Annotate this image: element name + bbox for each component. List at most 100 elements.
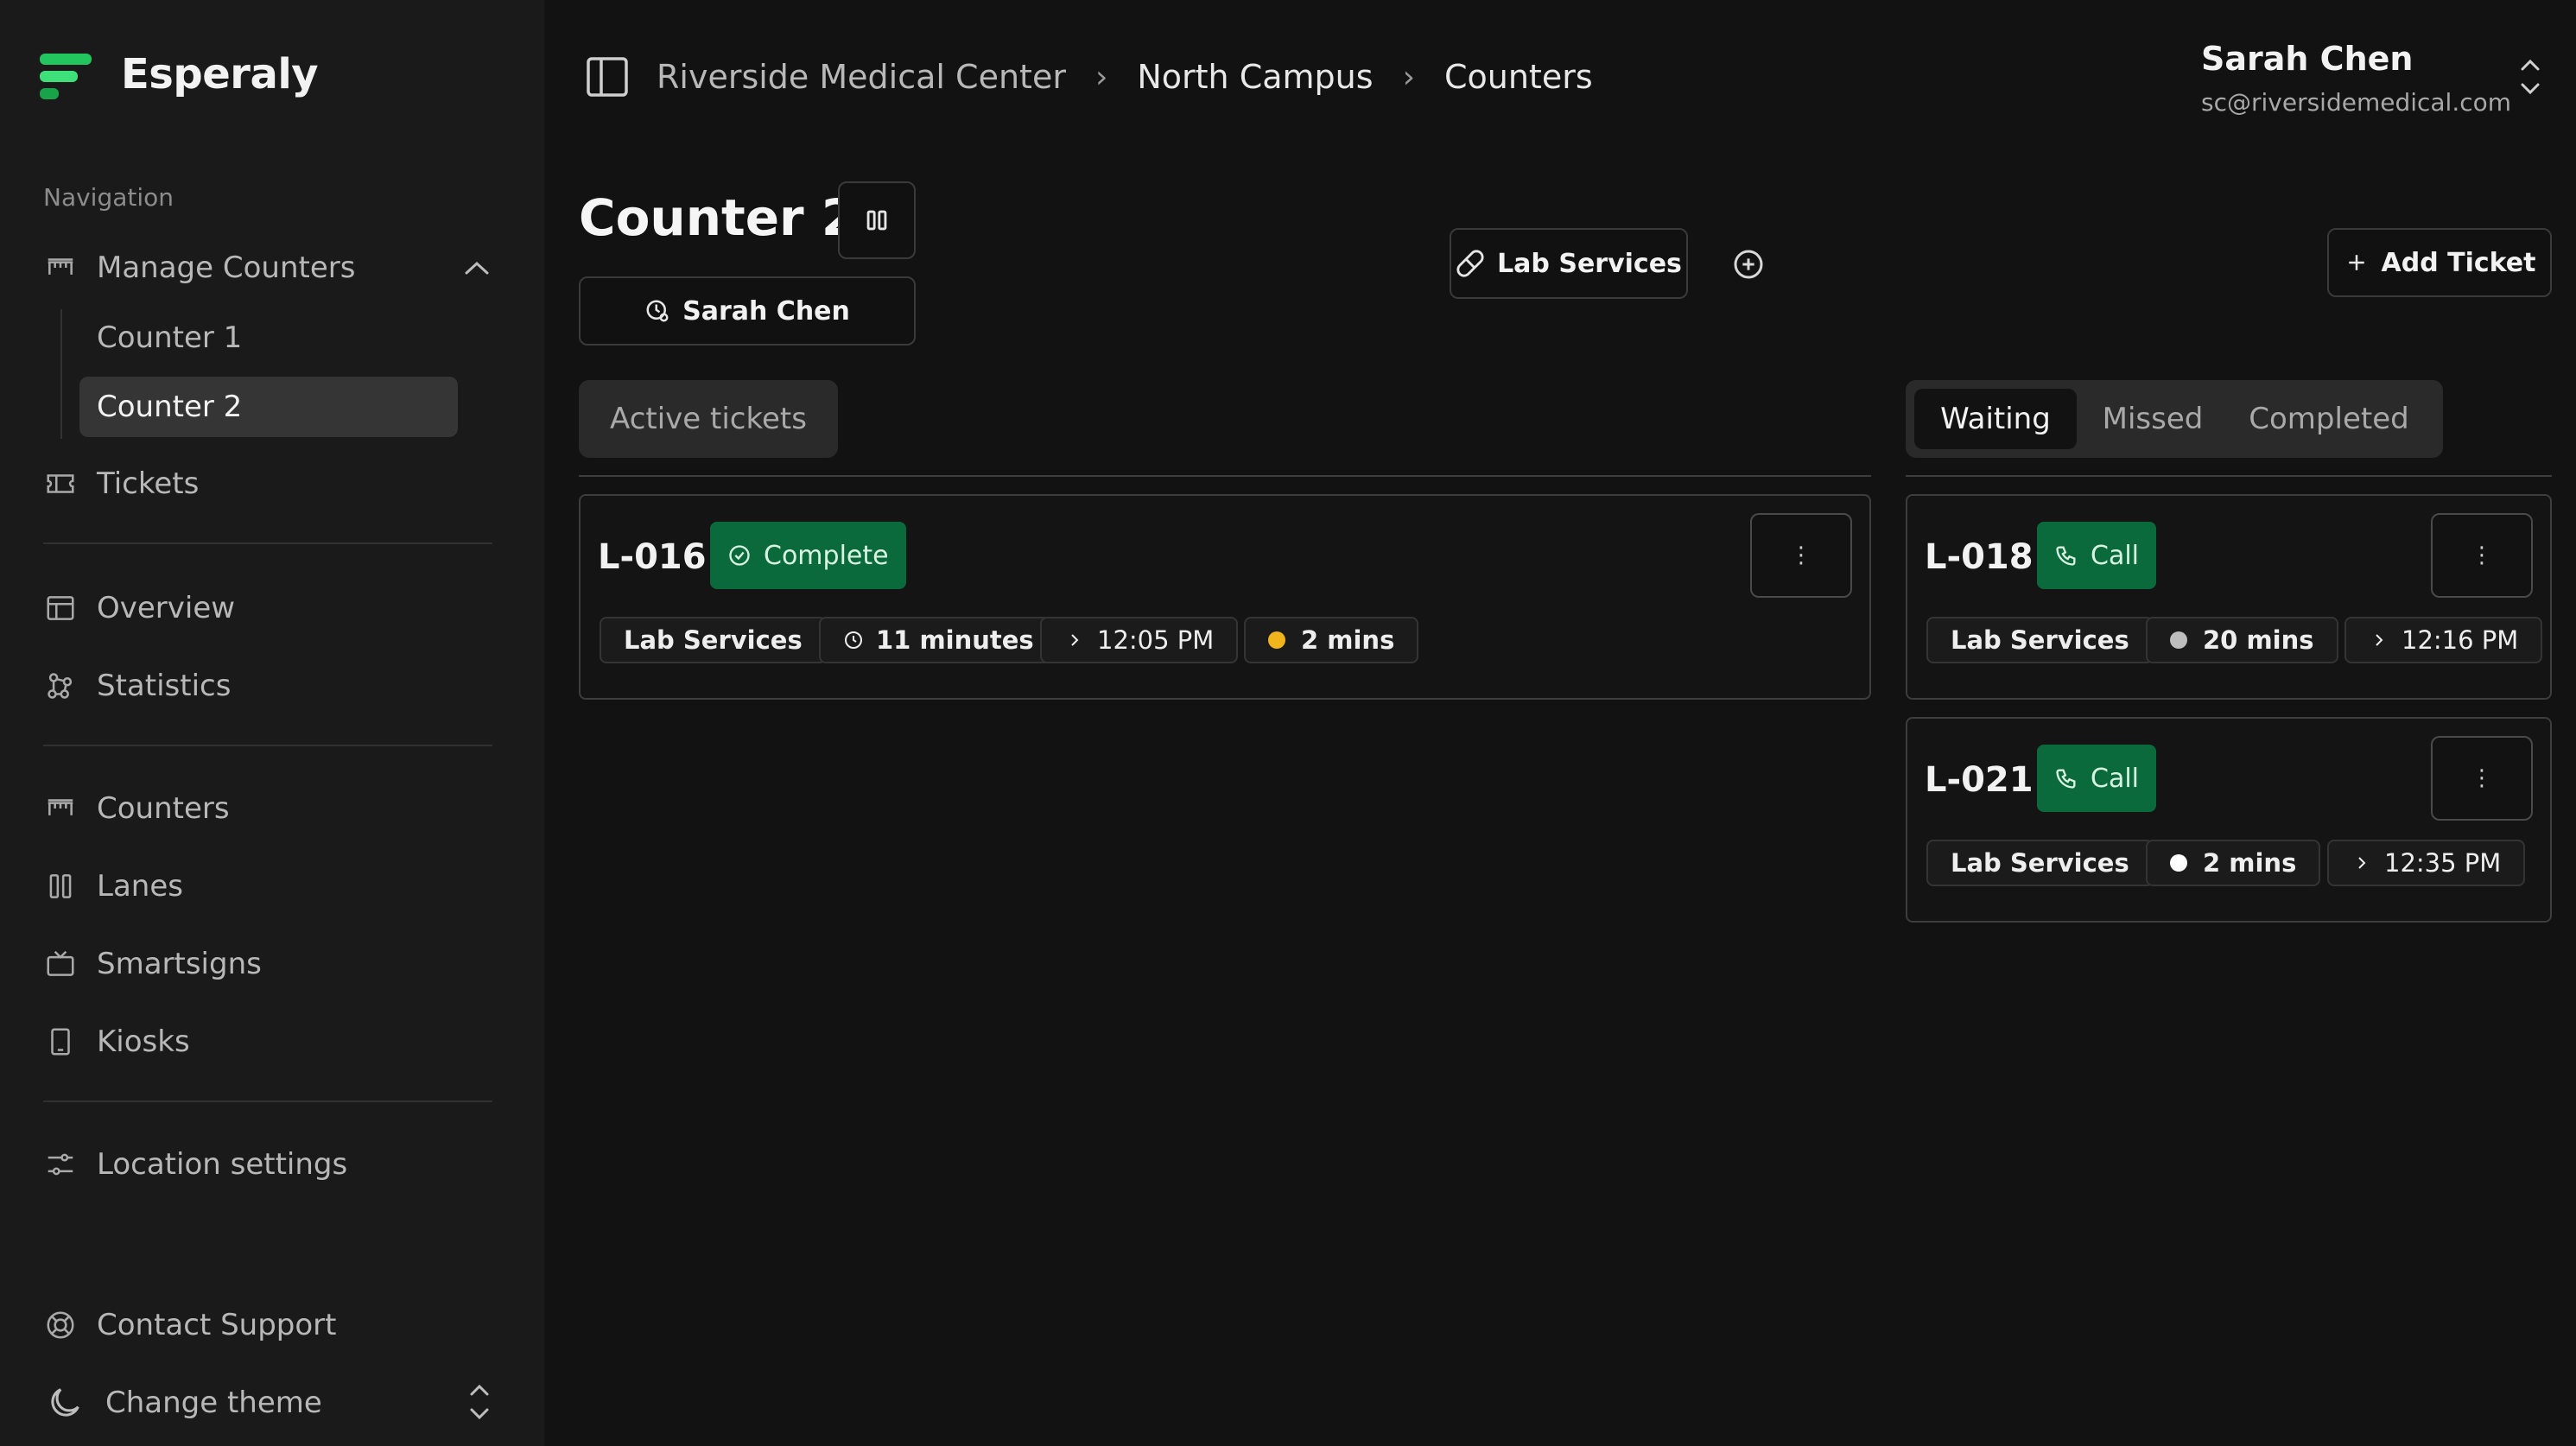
duration-text: 11 minutes xyxy=(876,625,1034,655)
more-vertical-icon: ⋮ xyxy=(1790,542,1812,568)
wait-text: 2 mins xyxy=(1301,625,1395,655)
breadcrumb-campus[interactable]: North Campus xyxy=(1137,58,1373,96)
chevron-right-icon xyxy=(1071,634,1079,646)
status-dot xyxy=(1268,631,1285,649)
chevron-right-icon: › xyxy=(1402,59,1415,95)
ticket-menu-button[interactable]: ⋮ xyxy=(2431,736,2533,821)
add-service-button[interactable] xyxy=(1731,247,1766,282)
service-chip: Lab Services xyxy=(1926,617,2154,663)
service-label: Lab Services xyxy=(1497,248,1682,279)
sidebar-item-label: Lanes xyxy=(97,869,183,904)
sidebar-item-overview[interactable]: Overview xyxy=(43,580,235,636)
assignee-button[interactable]: Sarah Chen xyxy=(579,276,916,346)
complete-button[interactable]: Complete xyxy=(710,522,906,589)
pill-icon xyxy=(1456,250,1484,277)
sidebar-item-counter-2[interactable]: Counter 2 xyxy=(79,377,458,437)
sidebar-item-label: Location settings xyxy=(97,1147,348,1182)
sidebar-item-counter-1[interactable]: Counter 1 xyxy=(79,308,458,368)
sidebar-item-label: Contact Support xyxy=(97,1308,337,1342)
chevron-up-icon[interactable] xyxy=(461,256,492,280)
call-label: Call xyxy=(2091,763,2140,794)
more-vertical-icon: ⋮ xyxy=(2471,765,2493,791)
complete-label: Complete xyxy=(764,540,889,571)
chevron-right-icon xyxy=(2358,857,2366,869)
app-name: Esperaly xyxy=(121,50,319,98)
sidebar-item-location-settings[interactable]: Location settings xyxy=(43,1137,347,1192)
sidebar-item-statistics[interactable]: Statistics xyxy=(43,658,231,713)
time-text: 12:05 PM xyxy=(1097,625,1215,655)
sidebar-toggle-icon[interactable] xyxy=(584,54,631,100)
call-label: Call xyxy=(2091,540,2140,571)
waiting-ticket-card[interactable]: L-018 Call ⋮ Lab Services 20 mins 12:16 … xyxy=(1906,494,2552,700)
lanes-toggle-button[interactable] xyxy=(838,181,916,259)
phone-icon xyxy=(2056,546,2076,566)
sliders-icon xyxy=(43,1147,78,1182)
moon-icon xyxy=(43,1381,86,1424)
sidebar-item-smartsigns[interactable]: Smartsigns xyxy=(43,936,262,992)
add-ticket-label: Add Ticket xyxy=(2381,247,2536,278)
chevron-right-icon xyxy=(2376,634,2383,646)
plus-circle-icon xyxy=(1734,250,1763,279)
theme-switcher[interactable]: Change theme xyxy=(43,1375,492,1430)
assignee-name: Sarah Chen xyxy=(682,295,850,327)
time-text: 12:35 PM xyxy=(2384,848,2502,878)
time-chip: 12:05 PM xyxy=(1040,617,1239,663)
check-circle-icon xyxy=(729,545,750,566)
sidebar-item-label: Manage Counters xyxy=(97,251,356,285)
chevron-right-icon: › xyxy=(1094,59,1108,95)
wait-text: 20 mins xyxy=(2203,625,2314,655)
logo-icon xyxy=(40,52,97,104)
time-text: 12:16 PM xyxy=(2402,625,2519,655)
sidebar-item-label: Counters xyxy=(97,791,230,826)
chevrons-up-down-icon xyxy=(466,1380,492,1431)
chevrons-up-down-icon[interactable] xyxy=(2517,55,2543,98)
tab-missed[interactable]: Missed xyxy=(2084,389,2222,449)
columns-icon xyxy=(866,210,887,231)
wait-chip: 20 mins xyxy=(2146,617,2338,663)
nav-heading: Navigation xyxy=(43,183,174,212)
sidebar-item-label: Statistics xyxy=(97,669,232,703)
tab-waiting[interactable]: Waiting xyxy=(1914,389,2077,449)
sidebar-item-label: Kiosks xyxy=(97,1024,190,1059)
breadcrumb-counters[interactable]: Counters xyxy=(1444,58,1593,96)
plus-icon xyxy=(2348,255,2364,270)
tab-completed[interactable]: Completed xyxy=(2227,389,2431,449)
wait-chip: 2 mins xyxy=(1244,617,1419,663)
sidebar-item-label: Smartsigns xyxy=(97,947,262,981)
user-clock-icon xyxy=(646,300,669,322)
sidebar-item-kiosks[interactable]: Kiosks xyxy=(43,1014,190,1069)
sidebar-item-counters[interactable]: Counters xyxy=(43,781,230,836)
waiting-ticket-card[interactable]: L-021 Call ⋮ Lab Services 2 mins 12:35 P… xyxy=(1906,717,2552,923)
submenu-line xyxy=(60,309,62,439)
breadcrumb-organization[interactable]: Riverside Medical Center xyxy=(657,58,1066,96)
time-chip: 12:35 PM xyxy=(2327,840,2526,886)
layout-icon xyxy=(43,591,78,625)
ticket-id: L-021 xyxy=(1925,760,2034,800)
call-button[interactable]: Call xyxy=(2037,745,2157,812)
active-ticket-card[interactable]: L-016 Complete ⋮ Lab Services 11 minutes… xyxy=(579,494,1871,700)
sidebar-item-tickets[interactable]: Tickets xyxy=(43,456,199,511)
user-email: sc@riversidemedical.com xyxy=(2201,88,2512,117)
queue-tabs: Waiting Missed Completed xyxy=(1906,380,2443,458)
user-name[interactable]: Sarah Chen xyxy=(2201,40,2413,78)
sidebar-item-lanes[interactable]: Lanes xyxy=(43,859,183,914)
columns-icon xyxy=(43,869,78,904)
duration-chip: 11 minutes xyxy=(819,617,1058,663)
service-chip: Lab Services xyxy=(1926,840,2154,886)
ticket-menu-button[interactable]: ⋮ xyxy=(2431,513,2533,598)
time-chip: 12:16 PM xyxy=(2344,617,2543,663)
divider xyxy=(579,475,1871,477)
clock-icon xyxy=(845,631,862,649)
service-filter-button[interactable]: Lab Services xyxy=(1450,228,1688,299)
sidebar-item-contact-support[interactable]: Contact Support xyxy=(43,1297,337,1353)
breadcrumb: Riverside Medical Center › North Campus … xyxy=(584,54,1593,100)
ticket-id: L-016 xyxy=(598,537,707,577)
divider xyxy=(43,1100,492,1102)
tab-active-tickets[interactable]: Active tickets xyxy=(579,380,838,458)
ticket-menu-button[interactable]: ⋮ xyxy=(1750,513,1852,598)
sidebar-item-manage-counters[interactable]: Manage Counters xyxy=(43,240,355,295)
add-ticket-button[interactable]: Add Ticket xyxy=(2327,228,2552,297)
call-button[interactable]: Call xyxy=(2037,522,2157,589)
sidebar-item-label: Overview xyxy=(97,591,236,625)
status-dot xyxy=(2170,631,2187,649)
